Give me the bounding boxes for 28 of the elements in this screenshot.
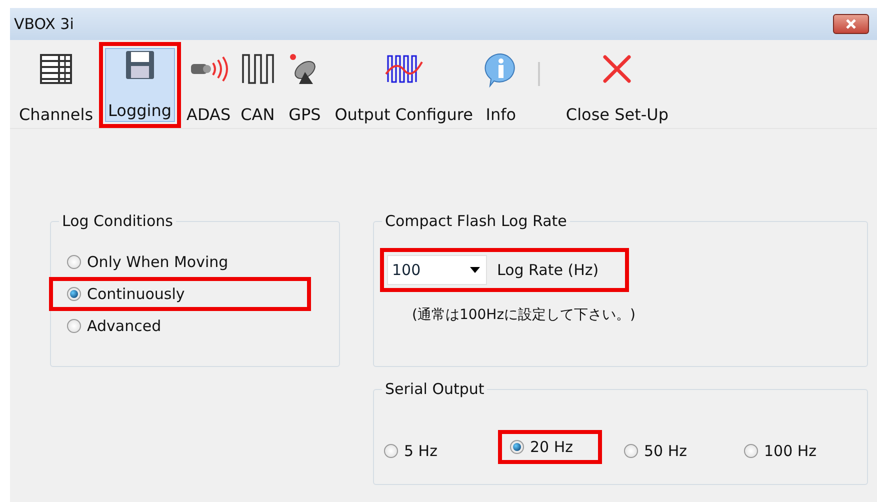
toolbar-button[interactable]: Channels [15, 50, 98, 128]
radio-option[interactable]: Advanced [61, 313, 168, 339]
grid-icon [39, 52, 74, 86]
field-label: Log Rate (Hz) [497, 261, 599, 279]
radio-option[interactable]: 50 Hz [618, 438, 730, 464]
group-title: Serial Output [382, 380, 488, 398]
radio-option[interactable]: 20 Hz [498, 430, 602, 464]
radio-option[interactable]: 5 Hz [378, 438, 490, 464]
log-rate-dropdown[interactable]: 100 [387, 255, 487, 285]
toolbar-button[interactable]: Output Configure [330, 50, 477, 128]
group-title: Compact Flash Log Rate [382, 212, 570, 230]
toolbar-button[interactable]: Close Set-Up [562, 50, 673, 128]
group-title: Log Conditions [59, 212, 176, 230]
toolbar-button[interactable]: Logging [99, 42, 181, 128]
toolbar-button[interactable]: CAN [236, 50, 279, 128]
toolbar-button[interactable]: GPS [280, 50, 329, 128]
hint-text: (通常は100Hzに設定して下さい。) [412, 306, 637, 324]
radio-option[interactable]: 100 Hz [738, 438, 850, 464]
toolbar-button[interactable]: Info [478, 50, 523, 128]
radio-option[interactable]: Only When Moving [61, 249, 234, 275]
window-title: VBOX 3i [14, 15, 74, 33]
square-wave-icon [240, 52, 275, 86]
radio-option[interactable]: Continuously [49, 277, 311, 311]
caret-icon [470, 267, 480, 273]
close-icon [845, 19, 857, 29]
signal-waves-icon [384, 52, 424, 86]
close-button[interactable] [833, 14, 869, 34]
toolbar-button[interactable]: ADAS [182, 50, 235, 128]
